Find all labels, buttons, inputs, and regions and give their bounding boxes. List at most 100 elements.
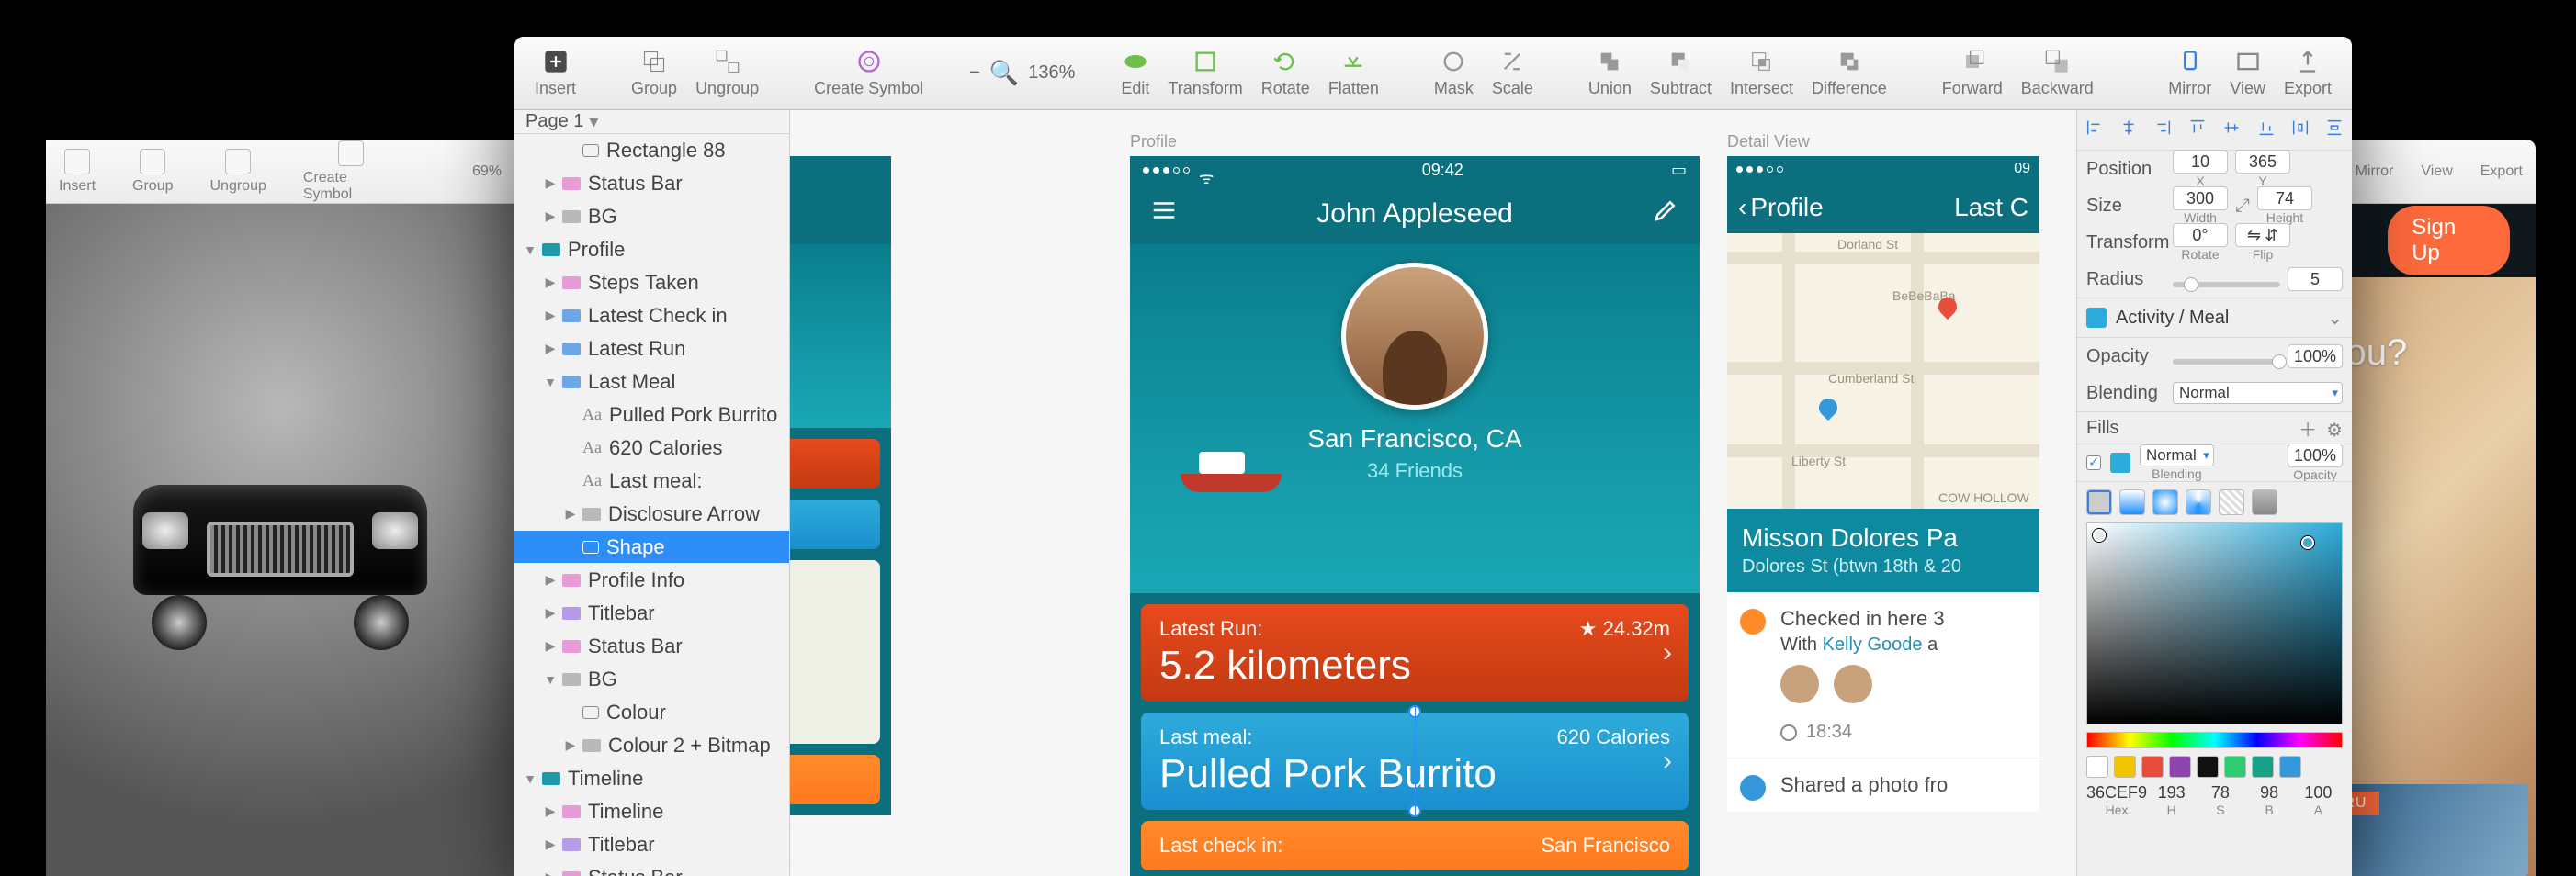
pages-dropdown[interactable]: Page 1▾ (514, 110, 789, 134)
transform-button[interactable]: Transform (1168, 48, 1242, 98)
chevron-right-icon[interactable]: ▶ (544, 871, 557, 876)
canvas[interactable]: utes 32 minutes bar Profile Detail View … (790, 110, 2076, 876)
chevron-down-icon[interactable]: ▼ (544, 376, 557, 388)
fill-opacity-input[interactable]: 100% (2288, 444, 2343, 467)
feed-item[interactable]: Shared a photo fro (1727, 758, 2039, 812)
align-right-icon[interactable] (2152, 118, 2173, 143)
intersect-button[interactable]: Intersect (1730, 48, 1793, 98)
avatar[interactable] (1341, 263, 1488, 410)
lock-aspect-icon[interactable]: ⤢ (2235, 196, 2250, 217)
position-y-input[interactable]: 365 (2235, 150, 2290, 174)
chevron-right-icon[interactable]: ▶ (544, 805, 557, 818)
layer-row[interactable]: Shape (514, 531, 789, 564)
feed-item[interactable]: Checked in here 3 With Kelly Goode a 18:… (1727, 592, 2039, 758)
friend-avatar[interactable] (1780, 665, 1819, 703)
map-pin-icon[interactable] (1815, 395, 1841, 421)
chevron-down-icon[interactable]: ▼ (524, 243, 537, 256)
artboard-label[interactable]: Profile (1130, 132, 1177, 152)
color-chip[interactable] (2279, 756, 2301, 778)
view-button[interactable]: View (2421, 163, 2452, 180)
forward-button[interactable]: Forward (1942, 48, 2003, 98)
artboard-detail[interactable]: 09 ‹Profile Last C Dorland St BeBeBaBa C… (1727, 156, 2039, 812)
radius-input[interactable]: 5 (2288, 267, 2343, 291)
blending-select[interactable]: Normal (2173, 382, 2343, 404)
hex-input[interactable]: 36CEF9 (2086, 783, 2147, 802)
zoom-controls[interactable]: − 🔍 136% (969, 59, 1075, 87)
difference-button[interactable]: Difference (1812, 48, 1887, 98)
map[interactable]: Dorland St BeBeBaBa Cumberland St Libert… (1727, 233, 2039, 509)
b-input[interactable]: 98 (2260, 783, 2278, 802)
layer-row[interactable]: ▶Timeline (514, 795, 789, 828)
view-button[interactable]: View (2230, 48, 2265, 98)
create-symbol-button[interactable]: Create Symbol (814, 48, 923, 98)
align-center-h-icon[interactable] (2118, 118, 2139, 143)
h-input[interactable]: 193 (2158, 783, 2186, 802)
subtract-button[interactable]: Subtract (1650, 48, 1712, 98)
chevron-right-icon[interactable]: ▶ (544, 309, 557, 322)
rotate-input[interactable]: 0° (2173, 223, 2228, 247)
union-button[interactable]: Union (1588, 48, 1632, 98)
chevron-right-icon[interactable]: ▶ (544, 640, 557, 653)
layer-row[interactable]: ▶Latest Run (514, 332, 789, 365)
color-chip[interactable] (2169, 756, 2191, 778)
fill-color-swatch[interactable] (2110, 453, 2130, 473)
s-input[interactable]: 78 (2211, 783, 2230, 802)
rotate-button[interactable]: Rotate (1261, 48, 1310, 98)
layer-row[interactable]: AaPulled Pork Burrito (514, 399, 789, 432)
layer-row[interactable]: ▶Titlebar (514, 828, 789, 861)
chevron-right-icon[interactable]: ▶ (544, 276, 557, 289)
layer-row[interactable]: ▶BG (514, 200, 789, 233)
align-middle-icon[interactable] (2221, 118, 2242, 143)
color-chip[interactable] (2086, 756, 2108, 778)
edit-button[interactable]: Edit (1121, 48, 1149, 98)
flip-v-icon[interactable]: ⇵ (2265, 226, 2278, 245)
layer-row[interactable]: Colour (514, 696, 789, 729)
distribute-v-icon[interactable] (2324, 118, 2344, 143)
export-button[interactable]: Export (2284, 48, 2332, 98)
card-last-checkin[interactable]: Last check in:San Francisco (1141, 821, 1689, 870)
layer-row[interactable]: ▶Status Bar (514, 167, 789, 200)
align-top-icon[interactable] (2187, 118, 2208, 143)
saturation-value-field[interactable] (2086, 522, 2343, 724)
fill-type-linear[interactable] (2119, 489, 2145, 515)
distribute-h-icon[interactable] (2290, 118, 2310, 143)
chevron-right-icon[interactable]: ▶ (564, 739, 577, 752)
flatten-button[interactable]: Flatten (1328, 48, 1379, 98)
layer-row[interactable]: ▼Last Meal (514, 365, 789, 399)
width-input[interactable]: 300 (2173, 186, 2228, 210)
fill-type-radial[interactable] (2152, 489, 2178, 515)
position-x-input[interactable]: 10 (2173, 150, 2228, 174)
signup-button[interactable]: Sign Up (2388, 206, 2510, 275)
layer-row[interactable]: ▶Status Bar (514, 630, 789, 663)
scale-button[interactable]: Scale (1492, 48, 1533, 98)
menu-icon[interactable] (1150, 197, 1178, 231)
mask-button[interactable]: Mask (1434, 48, 1474, 98)
layer-row[interactable]: ▶Titlebar (514, 597, 789, 630)
layer-row[interactable]: ▶Steps Taken (514, 266, 789, 299)
chevron-right-icon[interactable]: ▶ (564, 508, 577, 521)
mirror-button[interactable]: Mirror (2168, 48, 2211, 98)
color-chip[interactable] (2114, 756, 2136, 778)
create-symbol-button[interactable]: Create Symbol (303, 140, 399, 203)
card-latest-run[interactable]: Latest Run:★ 24.32m 5.2 kilometers › (1141, 604, 1689, 702)
chevron-down-icon[interactable]: ▼ (544, 673, 557, 686)
opacity-input[interactable]: 100% (2288, 344, 2343, 368)
backward-button[interactable]: Backward (2021, 48, 2094, 98)
edit-icon[interactable] (1652, 197, 1679, 231)
card-last-meal[interactable]: Last meal:620 Calories Pulled Pork Burri… (1141, 713, 1689, 810)
fill-type-pattern[interactable] (2219, 489, 2244, 515)
chevron-right-icon[interactable]: ▶ (544, 210, 557, 223)
friend-avatar[interactable] (1834, 665, 1872, 703)
chevron-right-icon[interactable]: ▶ (544, 177, 557, 190)
layer-row[interactable]: ▶Colour 2 + Bitmap (514, 729, 789, 762)
zoom-in-icon[interactable]: 🔍 (989, 59, 1019, 87)
symbol-selector[interactable]: Activity / Meal ⌄ (2077, 298, 2352, 338)
artboard-profile[interactable]: ᯤ 09:42 ▭ John Appleseed San Francisco, … (1130, 156, 1700, 876)
layer-row[interactable]: ▼Timeline (514, 762, 789, 795)
zoom-out-icon[interactable]: − (969, 62, 980, 84)
layer-row[interactable]: ▶Latest Check in (514, 299, 789, 332)
color-chip[interactable] (2197, 756, 2219, 778)
fill-type-noise[interactable] (2252, 489, 2277, 515)
mirror-button[interactable]: Mirror (2356, 163, 2394, 180)
fill-row[interactable]: NormalBlending 100%Opacity (2077, 444, 2352, 481)
